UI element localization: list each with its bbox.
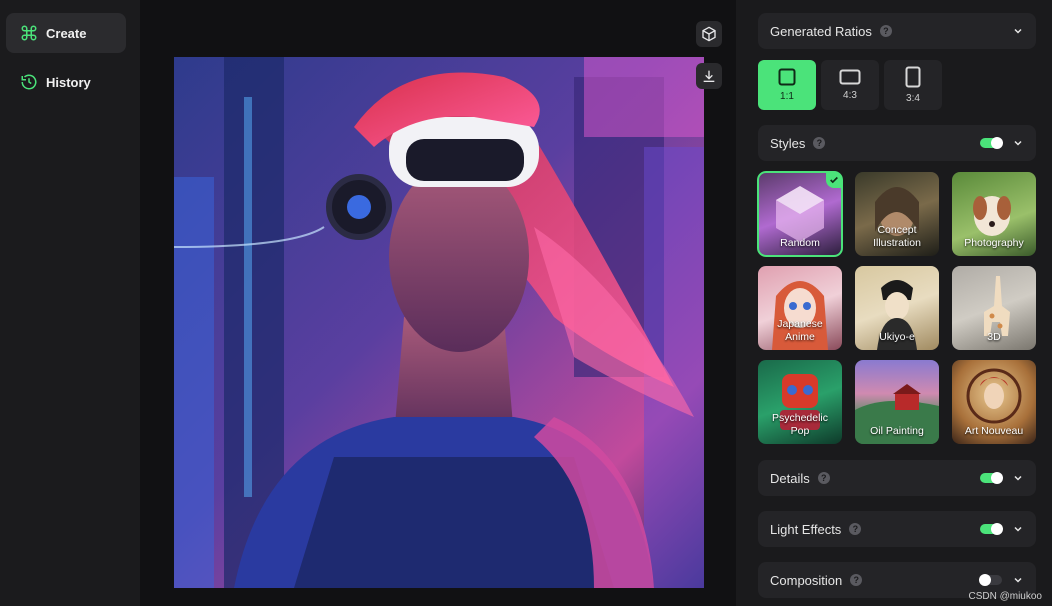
- nav-history[interactable]: History: [6, 62, 126, 102]
- ratio-option-4-3[interactable]: 4:3: [821, 60, 879, 110]
- chevron-down-icon[interactable]: [1012, 472, 1024, 484]
- details-title: Details: [770, 470, 810, 486]
- composition-title: Composition: [770, 572, 843, 588]
- light-effects-header[interactable]: Light Effects ?: [758, 511, 1036, 547]
- style-card-concept-illustration[interactable]: Concept Illustration: [855, 172, 939, 256]
- ratio-label: 4:3: [843, 90, 857, 101]
- help-icon[interactable]: ?: [813, 137, 826, 149]
- details-header[interactable]: Details ?: [758, 460, 1036, 496]
- style-card-label: Random: [780, 237, 820, 249]
- download-icon: [703, 70, 715, 82]
- style-card-label: Art Nouveau: [964, 425, 1024, 437]
- help-icon[interactable]: ?: [850, 574, 863, 586]
- generated-ratios-header[interactable]: Generated Ratios ?: [758, 13, 1036, 49]
- history-icon: [21, 74, 37, 90]
- style-card-label: Ukiyo-e: [879, 331, 915, 343]
- ratio-label: 1:1: [780, 91, 794, 102]
- watermark: CSDN @miukoo: [968, 591, 1042, 602]
- details-toggle[interactable]: [980, 472, 1003, 484]
- command-icon: [21, 25, 37, 41]
- landscape-ratio-icon: [839, 69, 861, 85]
- ratio-option-1-1[interactable]: 1:1: [758, 60, 816, 110]
- nav-history-label: History: [46, 74, 91, 90]
- ratio-label: 3:4: [906, 93, 920, 104]
- help-icon[interactable]: ?: [849, 523, 862, 535]
- help-icon[interactable]: ?: [879, 25, 892, 37]
- style-card-art-nouveau[interactable]: Art Nouveau: [952, 360, 1036, 444]
- check-icon: [826, 172, 842, 188]
- generated-ratios-title: Generated Ratios: [770, 23, 872, 39]
- nav-create[interactable]: Create: [6, 13, 126, 53]
- 3d-view-button[interactable]: [696, 21, 722, 47]
- chevron-down-icon[interactable]: [1012, 137, 1024, 149]
- settings-panel: Generated Ratios ? 1:1 4:3 3:4 Styles ?: [738, 0, 1052, 606]
- light-effects-toggle[interactable]: [980, 523, 1003, 535]
- sidebar: Create History: [0, 0, 140, 606]
- style-card-label: 3D: [987, 331, 1001, 343]
- chevron-down-icon[interactable]: [1012, 574, 1024, 586]
- style-card-oil-painting[interactable]: Oil Painting: [855, 360, 939, 444]
- nav-create-label: Create: [46, 25, 87, 41]
- style-card-label: Oil Painting: [870, 425, 924, 437]
- main-canvas-area: [140, 0, 736, 606]
- style-card-japanese-anime[interactable]: Japanese Anime: [758, 266, 842, 350]
- style-card-label: Concept Illustration: [873, 224, 921, 249]
- styles-title: Styles: [770, 135, 806, 151]
- ratio-option-3-4[interactable]: 3:4: [884, 60, 942, 110]
- portrait-ratio-icon: [905, 66, 921, 88]
- style-card-psychedelic-pop[interactable]: Psychedelic Pop: [758, 360, 842, 444]
- style-card-3d[interactable]: 3D: [952, 266, 1036, 350]
- chevron-down-icon[interactable]: [1012, 25, 1024, 37]
- help-icon[interactable]: ?: [817, 472, 830, 484]
- download-button[interactable]: [696, 63, 722, 89]
- styles-header[interactable]: Styles ?: [758, 125, 1036, 161]
- style-card-label: Psychedelic Pop: [771, 412, 829, 437]
- style-card-ukiyo-e[interactable]: Ukiyo-e: [855, 266, 939, 350]
- cube-icon: [702, 26, 716, 42]
- style-card-random[interactable]: Random: [757, 171, 843, 257]
- chevron-down-icon[interactable]: [1012, 523, 1024, 535]
- generated-image[interactable]: [174, 57, 704, 588]
- generated-image-art: [174, 57, 704, 588]
- style-card-photography[interactable]: Photography: [952, 172, 1036, 256]
- styles-toggle[interactable]: [980, 137, 1003, 149]
- style-card-label: Photography: [964, 237, 1024, 249]
- square-ratio-icon: [778, 68, 796, 86]
- composition-toggle[interactable]: [979, 574, 1002, 586]
- light-effects-title: Light Effects: [770, 521, 842, 537]
- style-card-label: Japanese Anime: [777, 318, 823, 343]
